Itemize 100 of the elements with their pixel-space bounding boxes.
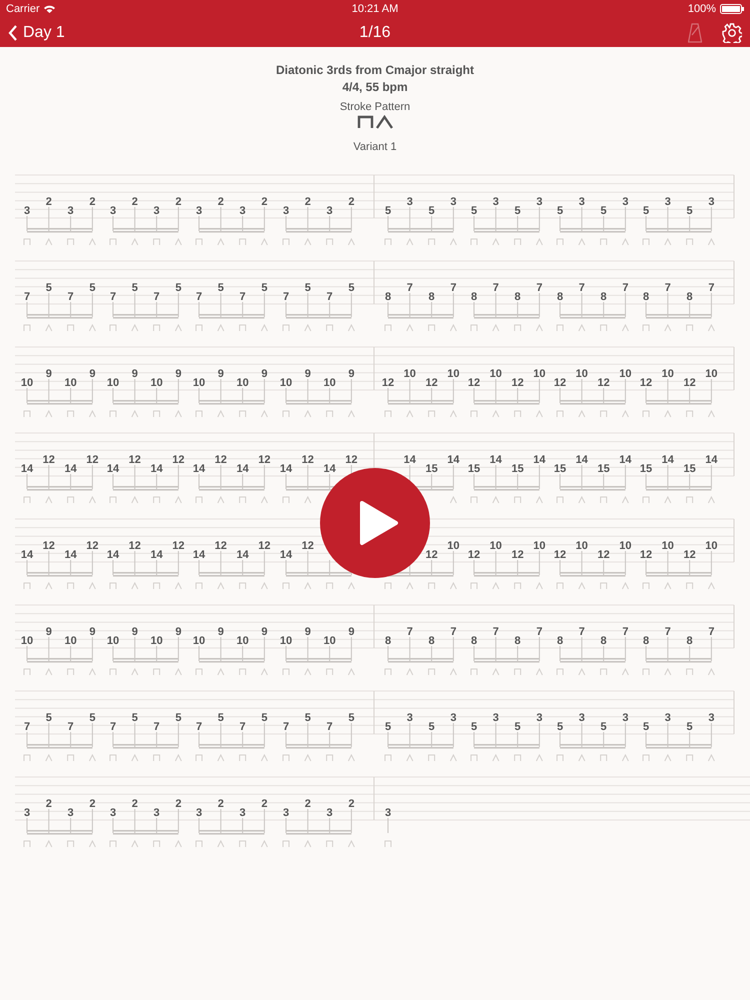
fret-number: 2	[132, 196, 138, 208]
fret-number: 9	[304, 626, 311, 638]
fret-number: 15	[554, 463, 566, 475]
fret-number: 12	[86, 454, 99, 466]
fret-number: 8	[556, 635, 564, 647]
fret-number: 12	[128, 454, 141, 466]
fret-number: 2	[175, 798, 182, 810]
fret-number: 12	[683, 377, 696, 389]
fret-number: 7	[450, 282, 456, 294]
fret-number: 10	[533, 540, 546, 552]
fret-number: 5	[175, 712, 182, 724]
fret-number: 7	[154, 291, 160, 303]
fret-number: 8	[686, 635, 693, 647]
fret-number: 2	[348, 196, 354, 208]
fret-number: 12	[425, 377, 438, 389]
back-button[interactable]: Day 1	[8, 24, 65, 42]
fret-number: 15	[425, 463, 438, 475]
fret-number: 3	[384, 807, 392, 819]
fret-number: 7	[282, 291, 290, 303]
fret-number: 2	[261, 196, 268, 208]
fret-number: 5	[556, 721, 564, 733]
fret-number: 5	[686, 721, 693, 733]
fret-number: 5	[514, 721, 521, 733]
fret-number: 3	[326, 807, 333, 819]
fret-number: 5	[218, 712, 224, 724]
fret-number: 12	[683, 549, 696, 561]
fret-number: 10	[576, 540, 588, 552]
fret-number: 8	[556, 291, 564, 303]
fret-number: 2	[132, 798, 138, 810]
fret-number: 5	[218, 282, 224, 294]
fret-number: 7	[24, 291, 30, 303]
fret-number: 10	[106, 377, 120, 389]
fret-number: 7	[536, 626, 542, 638]
fret-number: 12	[258, 540, 271, 552]
fret-number: 5	[428, 205, 435, 217]
fret-number: 8	[642, 291, 650, 303]
fret-number: 8	[642, 635, 650, 647]
fret-number: 7	[240, 291, 246, 303]
fret-number: 7	[240, 721, 246, 733]
fret-number: 5	[175, 282, 182, 294]
fret-number: 12	[640, 377, 652, 389]
fret-number: 5	[384, 205, 392, 217]
fret-number: 3	[326, 205, 333, 217]
fret-number: 7	[536, 282, 542, 294]
fret-number: 9	[261, 368, 268, 380]
fret-number: 12	[302, 454, 314, 466]
fret-number: 3	[196, 205, 202, 217]
fret-number: 5	[261, 712, 268, 724]
fret-number: 3	[110, 205, 116, 217]
fret-number: 5	[686, 205, 693, 217]
fret-number: 12	[258, 454, 271, 466]
fret-number: 5	[514, 205, 521, 217]
fret-number: 10	[192, 377, 206, 389]
fret-number: 8	[600, 635, 607, 647]
fret-number: 12	[640, 549, 652, 561]
fret-number: 3	[24, 205, 30, 217]
fret-number: 14	[236, 463, 249, 475]
fret-number: 14	[150, 549, 163, 561]
exercise-title: Diatonic 3rds from Cmajor straight	[276, 62, 474, 78]
fret-number: 2	[218, 196, 224, 208]
fret-number: 7	[578, 282, 585, 294]
fret-number: 7	[622, 282, 628, 294]
stroke-pattern-label: Stroke Pattern	[340, 100, 410, 114]
fret-number: 3	[196, 807, 202, 819]
fret-number: 14	[447, 454, 460, 466]
status-time: 10:21 AM	[352, 3, 398, 15]
fret-number: 5	[132, 712, 138, 724]
fret-number: 10	[64, 635, 77, 647]
fret-number: 14	[64, 549, 77, 561]
fret-number: 14	[662, 454, 674, 466]
fret-number: 3	[282, 807, 290, 819]
fret-number: 14	[192, 463, 206, 475]
fret-number: 5	[348, 282, 354, 294]
fret-number: 12	[382, 377, 394, 389]
fret-number: 12	[172, 454, 185, 466]
fret-number: 5	[261, 282, 268, 294]
fret-number: 14	[106, 463, 120, 475]
fret-number: 7	[68, 721, 74, 733]
fret-number: 3	[664, 712, 671, 724]
fret-number: 10	[20, 635, 34, 647]
tempo-label: 4/4, 55 bpm	[342, 79, 408, 96]
fret-number: 10	[280, 635, 292, 647]
fret-number: 12	[554, 549, 566, 561]
fret-number: 14	[64, 463, 77, 475]
fret-number: 14	[150, 463, 163, 475]
fret-number: 9	[304, 368, 311, 380]
fret-number: 10	[705, 368, 718, 380]
fret-number: 7	[406, 626, 413, 638]
fret-number: 14	[490, 454, 502, 466]
fret-number: 10	[280, 377, 292, 389]
fret-number: 10	[619, 540, 632, 552]
fret-number: 14	[20, 463, 34, 475]
fret-number: 2	[46, 196, 52, 208]
fret-number: 7	[110, 291, 116, 303]
fret-number: 10	[323, 635, 336, 647]
fret-number: 8	[470, 291, 478, 303]
page-counter: 1/16	[359, 24, 391, 40]
fret-number: 9	[175, 368, 182, 380]
fret-number: 7	[708, 282, 714, 294]
fret-number: 10	[705, 540, 718, 552]
